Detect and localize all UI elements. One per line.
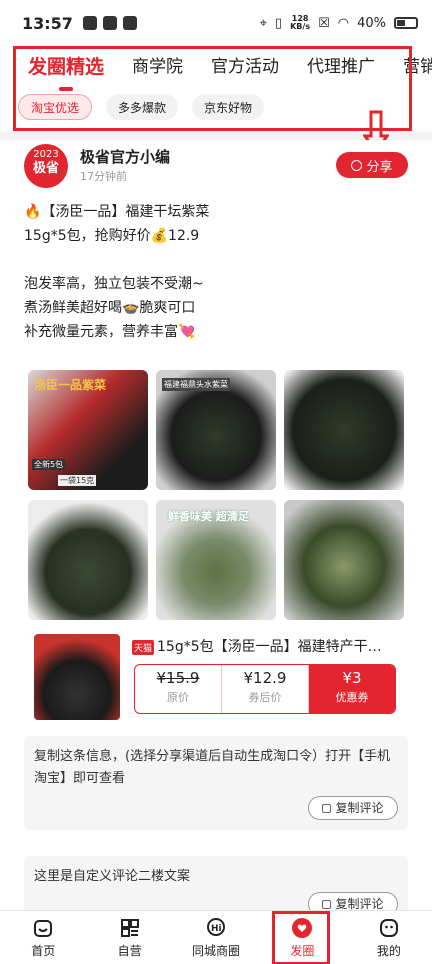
copy-comment-button[interactable]: 复制评论: [308, 796, 398, 820]
no-sim-icon: ☒: [318, 15, 330, 31]
notification-icon: [82, 16, 97, 30]
smile-face-icon: [379, 918, 398, 937]
comment-box-second: 这里是自定义评论二楼文案 复制评论: [24, 856, 408, 916]
post-line: 15g*5包，抢购好价💰12.9: [24, 228, 200, 244]
vibrate-icon: ▯: [274, 15, 283, 31]
product-title[interactable]: 天猫 15g*5包【汤臣一品】福建特产干…: [132, 636, 394, 656]
copy-icon: [322, 899, 332, 909]
chat-hi-icon: Hi: [207, 917, 226, 936]
thumb-image[interactable]: [28, 500, 148, 620]
post-line: 煮汤鲜美超好喝🍲脆爽可口: [24, 300, 196, 316]
thumb-image[interactable]: [284, 370, 404, 490]
location-icon: ⌖: [259, 15, 267, 31]
post-line: 泡发率高，独立包装不受潮~: [24, 276, 204, 292]
home-icon: [34, 919, 53, 937]
grid-icon: [120, 918, 139, 937]
share-button[interactable]: 分享: [336, 152, 408, 178]
post-line: 补充微量元素，营养丰富💘: [24, 324, 196, 340]
post-time: 17分钟前: [80, 170, 127, 183]
coupon-button[interactable]: ¥3 优惠券: [309, 665, 395, 713]
share-icon: [351, 159, 363, 171]
comment-text: 这里是自定义评论二楼文案: [34, 869, 191, 884]
tmall-badge: 天猫: [132, 640, 155, 655]
calendar-icon: [122, 16, 137, 30]
nav-local-business[interactable]: Hi 同城商圈: [173, 911, 259, 964]
app-notification-icon: [102, 16, 117, 30]
copy-icon: [322, 803, 332, 813]
thumb-image[interactable]: 福建福鼎头水紫菜: [156, 370, 276, 490]
annotation-highlight-tabs: [13, 46, 412, 131]
battery-icon: [394, 17, 418, 29]
post-line: 🔥【汤臣一品】福建干坛紫菜: [24, 204, 210, 220]
net-speed: 128 KB/s: [290, 14, 311, 31]
nav-mine[interactable]: 我的: [346, 911, 432, 964]
status-bar: 13:57 ⌖ ▯ 128 KB/s ☒ ◠ 40%: [0, 0, 432, 46]
annotation-highlight-nav: [272, 911, 330, 964]
wifi-icon: ◠: [337, 15, 350, 31]
after-coupon-price: ¥12.9 券后价: [222, 665, 309, 713]
nav-self-run[interactable]: 自营: [86, 911, 172, 964]
comment-box: 复制这条信息，(选择分享渠道后自动生成淘口令）打开【手机淘宝】即可查看 复制评论: [24, 736, 408, 830]
bottom-nav: 首页 自营 Hi 同城商圈 发圈 我的: [0, 910, 432, 964]
product-card[interactable]: 天猫 15g*5包【汤臣一品】福建特产干… ¥15.9 原价 ¥12.9 券后价 …: [24, 634, 408, 724]
thumb-image[interactable]: 汤臣一品紫菜 全新5包 一袋15克: [28, 370, 148, 490]
comment-text: 复制这条信息，(选择分享渠道后自动生成淘口令）打开【手机淘宝】即可查看: [34, 749, 391, 786]
price-box[interactable]: ¥15.9 原价 ¥12.9 券后价 ¥3 优惠券: [134, 664, 396, 714]
post-text: 🔥【汤臣一品】福建干坛紫菜 15g*5包，抢购好价💰12.9 泡发率高，独立包装…: [24, 200, 414, 344]
battery-text: 40%: [357, 15, 386, 31]
product-image[interactable]: [34, 634, 120, 720]
author-name: 极省官方小编: [80, 148, 171, 166]
status-time: 13:57: [22, 13, 73, 33]
post-card: 2023 极省 极省官方小编 17分钟前 分享 🔥【汤臣一品】福建干坛紫菜 15…: [0, 140, 432, 916]
avatar[interactable]: 2023 极省: [24, 144, 68, 188]
thumb-image[interactable]: 鲜香味美 超清足: [156, 500, 276, 620]
thumb-image[interactable]: [284, 500, 404, 620]
svg-text:Hi: Hi: [211, 924, 222, 934]
original-price: ¥15.9 原价: [135, 665, 222, 713]
nav-home[interactable]: 首页: [0, 911, 86, 964]
